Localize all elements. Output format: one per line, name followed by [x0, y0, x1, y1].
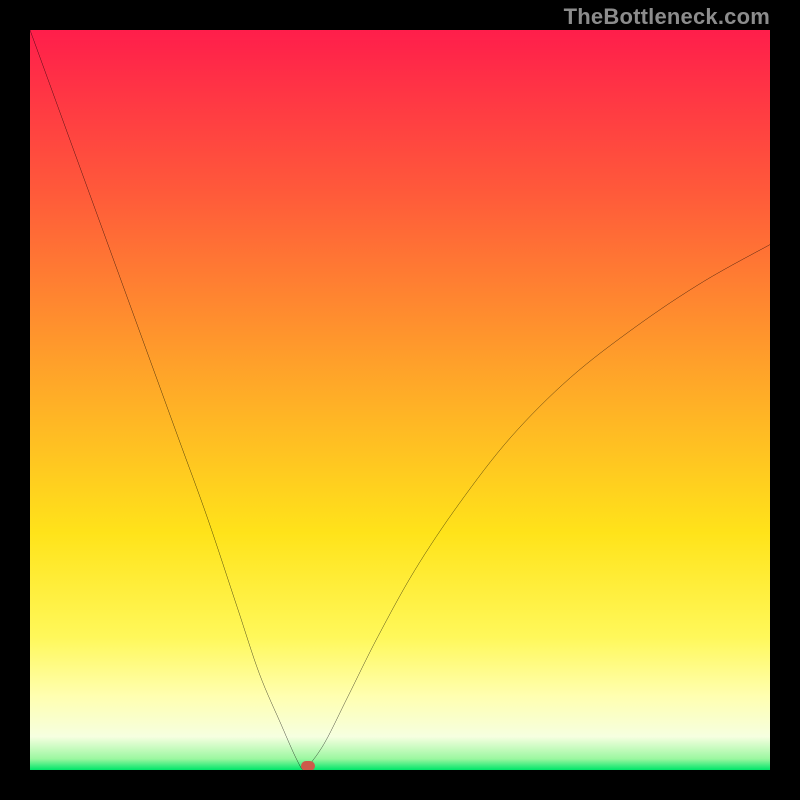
chart-frame: TheBottleneck.com [0, 0, 800, 800]
plot-area [30, 30, 770, 770]
optimal-marker [301, 761, 315, 770]
watermark-text: TheBottleneck.com [564, 4, 770, 30]
bottleneck-curve [30, 30, 770, 770]
